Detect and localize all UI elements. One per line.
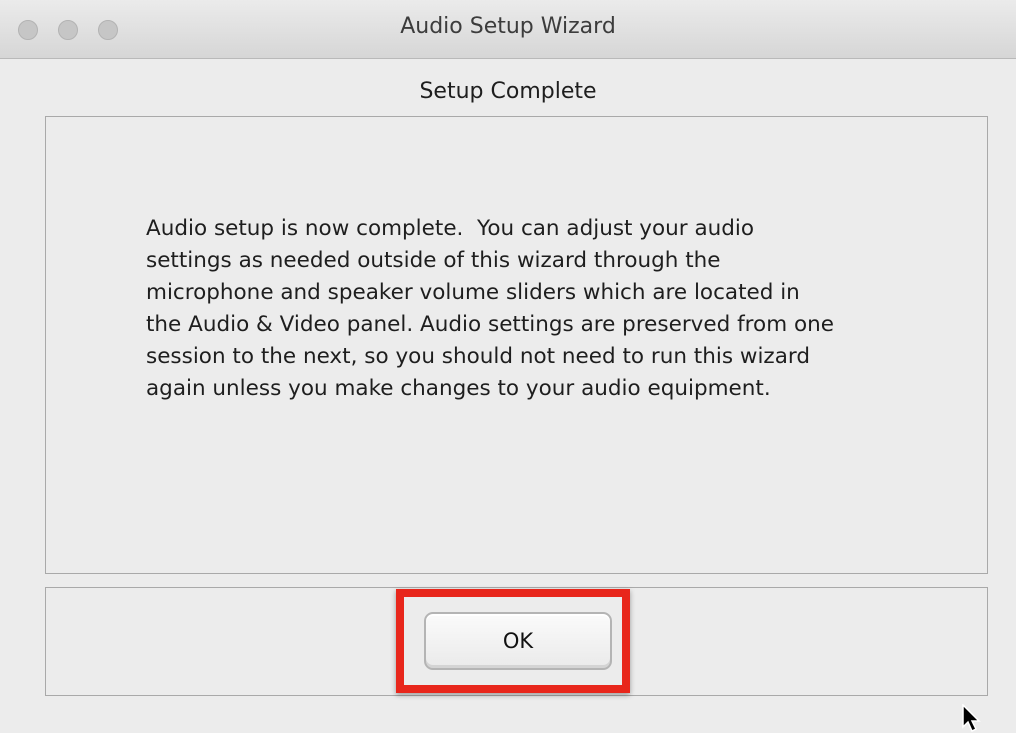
ok-button[interactable]: OK — [424, 612, 612, 670]
audio-setup-wizard-window: Audio Setup Wizard Setup Complete Audio … — [0, 0, 1016, 733]
message-panel: Audio setup is now complete. You can adj… — [45, 116, 988, 574]
title-bar[interactable]: Audio Setup Wizard — [0, 0, 1016, 59]
window-title: Audio Setup Wizard — [400, 14, 616, 39]
completion-message: Audio setup is now complete. You can adj… — [146, 216, 834, 401]
page-title: Setup Complete — [419, 79, 597, 104]
wizard-content: Setup Complete Audio setup is now comple… — [0, 59, 1016, 733]
button-panel: OK — [45, 587, 988, 696]
mouse-pointer-icon — [962, 704, 981, 733]
